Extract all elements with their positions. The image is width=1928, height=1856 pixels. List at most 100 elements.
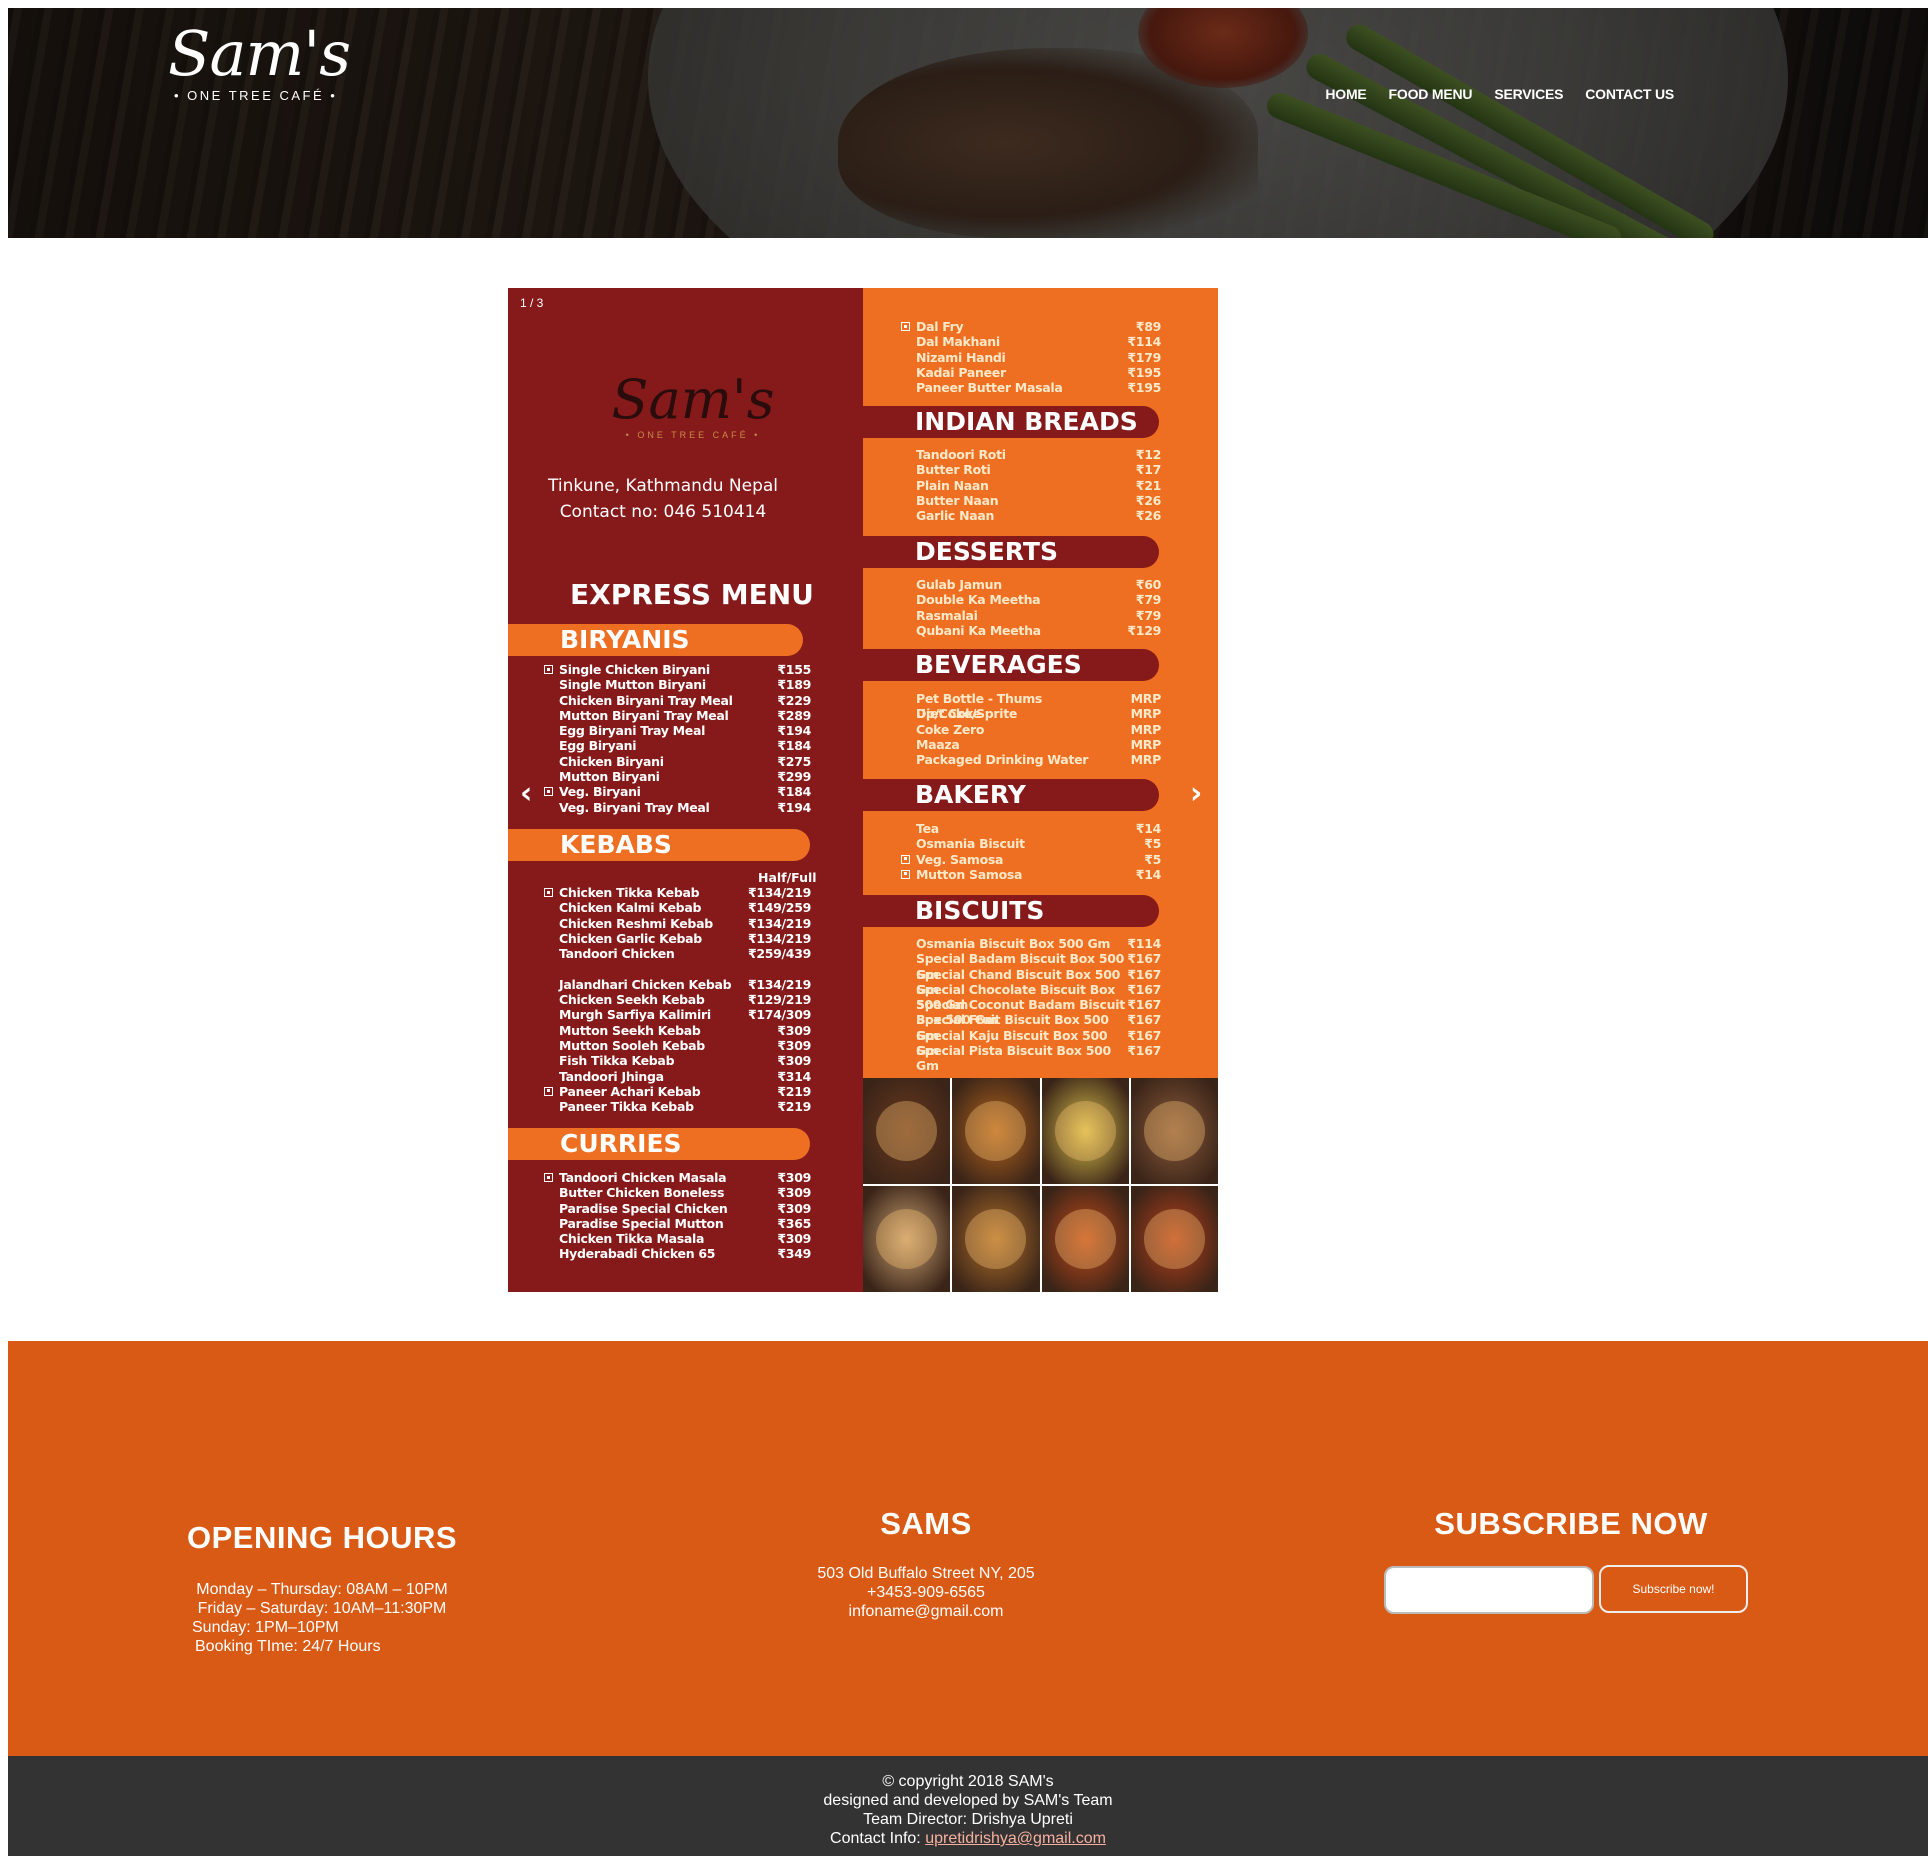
menu-item: Chicken Biryani ₹275 [559, 754, 811, 769]
menu-item-name: Packaged Drinking Water [916, 752, 1089, 768]
menu-item-name: Paneer Achari Kebab [559, 1083, 701, 1099]
menu-item-name: Paneer Tikka Kebab [559, 1099, 694, 1115]
menu-item: Special Chocolate Biscuit Box 500 Gm ₹167 [916, 981, 1161, 1012]
menu-item-name: Tandoori Roti [916, 447, 1006, 462]
menu-item: Fish Tikka Kebab ₹309 [559, 1053, 811, 1068]
menu-item: Veg. Biryani Tray Meal ₹194 [559, 800, 811, 815]
menu-item: Plain Naan ₹21 [916, 478, 1161, 493]
nav-contact-us[interactable]: CONTACT US [1585, 86, 1674, 102]
menu-item-name: Special Coconut Badam Biscuit Box 500 Gm [916, 997, 1125, 1028]
menu-item-price: ₹309 [777, 1200, 811, 1216]
food-photo [1130, 1078, 1218, 1184]
food-photo [863, 1186, 951, 1292]
food-photo [1041, 1078, 1129, 1184]
menu-item-price: ₹60 [1135, 577, 1162, 592]
menu-item-price: MRP [1130, 752, 1162, 768]
menu-item-price: MRP [1130, 691, 1162, 706]
menu-item: Chicken Garlic Kebab ₹134/219 [559, 931, 811, 946]
main-nav: HOME FOOD MENU SERVICES CONTACT US [1325, 86, 1674, 102]
food-photo-grid [863, 1078, 1218, 1292]
veg-marker-icon [544, 888, 553, 897]
menu-item-name: Diet Coke [916, 706, 981, 722]
menu-item-price: ₹195 [1127, 380, 1161, 396]
contact-info-label: Contact Info: [830, 1830, 921, 1847]
menu-item: Pet Bottle - Thums Up/Coke/Sprite MRP [916, 691, 1162, 721]
menu-item-price: ₹134/219 [747, 930, 811, 946]
menu-item-price: ₹195 [1127, 364, 1161, 380]
menu-item-price: ₹134/219 [747, 976, 811, 992]
contact-title: SAMS [880, 1506, 972, 1541]
menu-item-name: Gulab Jamun [916, 577, 1002, 592]
menu-item: Special Fruit Biscuit Box 500 Gm ₹167 [916, 1012, 1161, 1042]
menu-item-name: Tandoori Chicken Masala [559, 1170, 727, 1185]
menu-item: Double Ka Meetha ₹79 [916, 592, 1161, 607]
menu-item: Mutton Seekh Kebab ₹309 [559, 1023, 811, 1038]
menu-item-name: Chicken Garlic Kebab [559, 930, 702, 946]
menu-item-name: Veg. Biryani Tray Meal [559, 799, 710, 815]
menu-item: Qubani Ka Meetha ₹129 [916, 623, 1161, 638]
contact-phone: +3453-909-6565 [867, 1584, 985, 1601]
menu-item-name: Nizami Handi [916, 349, 1006, 365]
menu-item: Nizami Handi ₹179 [916, 350, 1161, 365]
menu-item: Chicken Tikka Kebab ₹134/219 [544, 885, 811, 900]
menu-item-price: ₹167 [1127, 1043, 1161, 1059]
menu-item: Single Chicken Biryani ₹155 [544, 662, 811, 677]
menu-item-price: ₹194 [777, 799, 811, 815]
prev-slide-arrow-icon[interactable]: ‹ [520, 776, 532, 811]
menu-item-name: Chicken Tikka Kebab [559, 885, 700, 900]
menu-item-price: ₹89 [1135, 319, 1162, 334]
menu-item-price: ₹365 [777, 1215, 811, 1231]
menu-item-price: ₹314 [777, 1068, 811, 1084]
contact-email-link[interactable]: upretidrishya@gmail.com [925, 1830, 1106, 1847]
menu-item-name: Jalandhari Chicken Kebab [559, 976, 732, 992]
menu-item: Diet Coke MRP [916, 706, 1161, 721]
menu-item: Tandoori Jhinga ₹314 [559, 1069, 811, 1084]
nav-home[interactable]: HOME [1325, 86, 1366, 102]
menu-item: Special Coconut Badam Biscuit Box 500 Gm… [916, 997, 1161, 1028]
menu-item: Chicken Tikka Masala ₹309 [559, 1231, 811, 1246]
menu-item: Tandoori Chicken Masala ₹309 [544, 1170, 811, 1185]
menu-item: Chicken Reshmi Kebab ₹134/219 [559, 916, 811, 931]
food-photo [952, 1186, 1040, 1292]
menu-item-price: ₹167 [1127, 1012, 1161, 1028]
subscribe-email-input[interactable] [1384, 1566, 1594, 1614]
menu-item-price: ₹184 [777, 738, 811, 754]
menu-item-name: Butter Chicken Boneless [559, 1185, 725, 1201]
menu-item-price: ₹309 [777, 1053, 811, 1069]
next-slide-arrow-icon[interactable]: › [1190, 776, 1202, 811]
menu-item-name: Dal Makhani [916, 334, 1000, 350]
food-photo [863, 1078, 951, 1184]
menu-item-name: Osmania Biscuit [916, 836, 1025, 852]
category-curries: CURRIES [508, 1128, 810, 1160]
menu-item-name: Murgh Sarfiya Kalimiri [559, 1007, 711, 1023]
contact-email: infoname@gmail.com [848, 1603, 1004, 1620]
menu-item-price: ₹167 [1127, 966, 1161, 982]
menu-item: Mutton Biryani Tray Meal ₹289 [559, 708, 811, 723]
menu-item: Chicken Biryani Tray Meal ₹229 [559, 693, 811, 708]
menu-item: Chicken Kalmi Kebab ₹149/259 [559, 900, 811, 915]
site-logo[interactable]: Sam's • ONE TREE CAFÉ • [168, 18, 351, 104]
veg-marker-icon [901, 322, 910, 331]
slide-counter: 1 / 3 [520, 296, 544, 310]
menu-item: Egg Biryani Tray Meal ₹194 [559, 723, 811, 738]
list-curries: Tandoori Chicken Masala ₹309 Butter Chicke… [544, 1170, 811, 1262]
menu-item-price: ₹134/219 [747, 915, 811, 931]
menu-item: Paneer Butter Masala ₹195 [916, 380, 1161, 395]
menu-item-name: Mutton Biryani [559, 769, 660, 785]
list-biscuits: Osmania Biscuit Box 500 Gm ₹114 Special Ba… [916, 936, 1161, 1073]
menu-item-price: ₹194 [777, 723, 811, 739]
menu-item: Special Pista Biscuit Box 500 Gm ₹167 [916, 1043, 1161, 1073]
menu-item-name: Single Mutton Biryani [559, 677, 706, 693]
nav-food-menu[interactable]: FOOD MENU [1389, 86, 1473, 102]
veg-marker-icon [901, 854, 910, 864]
menu-item: Veg. Biryani ₹184 [544, 784, 811, 799]
menu-item-price: ₹309 [777, 1170, 811, 1185]
menu-item: Special Kaju Biscuit Box 500 Gm ₹167 [916, 1028, 1161, 1058]
nav-services[interactable]: SERVICES [1494, 86, 1563, 102]
menu-item-price: ₹79 [1135, 592, 1162, 608]
menu-item: Tandoori Chicken ₹259/439 [559, 946, 811, 961]
menu-item: Osmania Biscuit ₹5 [916, 836, 1161, 851]
menu-item-price: ₹167 [1127, 981, 1161, 997]
menu-item-name: Hyderabadi Chicken 65 [559, 1246, 716, 1262]
subscribe-button[interactable]: Subscribe now! [1599, 1565, 1748, 1613]
